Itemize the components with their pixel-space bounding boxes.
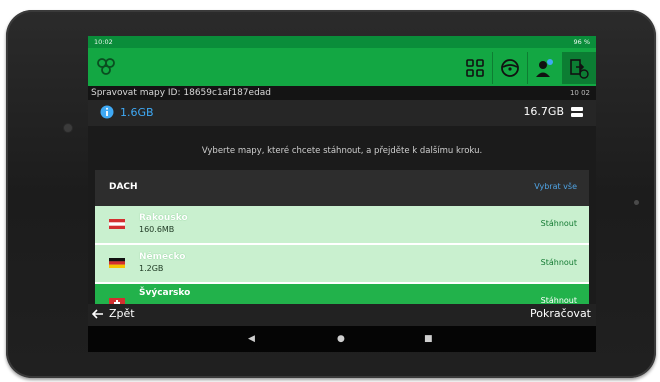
instruction-text: Vyberte mapy, které chcete stáhnout, a p… xyxy=(201,146,483,156)
storage-used: 1.6GB xyxy=(120,105,154,119)
region-header: DACH Vybrat vše xyxy=(95,170,589,206)
download-button[interactable]: Stáhnout xyxy=(541,219,577,228)
select-all-link[interactable]: Vybrat vše xyxy=(534,182,577,191)
country-row-germany[interactable]: Německo 1.2GB Stáhnout xyxy=(95,245,589,282)
download-button[interactable]: Stáhnout xyxy=(541,258,577,267)
page-title: Spravovat mapy ID: 18659c1af187edad xyxy=(91,88,272,98)
user-upload-icon xyxy=(536,59,553,77)
title-strip: Spravovat mapy ID: 18659c1af187edad 10 0… xyxy=(88,86,596,100)
back-button[interactable]: Zpět xyxy=(92,307,135,320)
storage-free: 16.7GB xyxy=(523,105,564,118)
exit-button[interactable] xyxy=(562,52,596,84)
back-label: Zpět xyxy=(109,307,135,320)
status-time: 10:02 xyxy=(94,38,113,46)
bottom-action-bar: Zpět Pokračovat xyxy=(88,304,596,326)
country-name: Švýcarsko xyxy=(139,288,191,298)
drive-button[interactable] xyxy=(493,52,527,84)
country-size: 160.6MB xyxy=(139,225,175,234)
germany-flag-icon xyxy=(109,258,125,268)
austria-flag-icon xyxy=(109,219,125,229)
storage-icon xyxy=(571,106,583,117)
continue-button[interactable]: Pokračovat xyxy=(530,307,591,320)
account-button[interactable] xyxy=(528,52,562,84)
nav-home-icon[interactable]: ● xyxy=(337,334,345,344)
app-logo-icon[interactable] xyxy=(94,56,118,78)
screen: 10:02 96 % Spravovat mapy ID: 18659c1af1… xyxy=(88,36,596,352)
region-name: DACH xyxy=(109,182,138,192)
country-name: Německo xyxy=(139,252,186,262)
country-name: Rakousko xyxy=(139,213,188,223)
country-row-austria[interactable]: Rakousko 160.6MB Stáhnout xyxy=(95,206,589,243)
steering-wheel-icon xyxy=(501,59,519,77)
arrow-left-icon xyxy=(92,308,103,319)
title-right-value: 10 02 xyxy=(569,89,590,97)
status-battery: 96 % xyxy=(573,38,590,46)
country-size: 1.2GB xyxy=(139,264,164,273)
system-nav-bar: ◀ ● ■ xyxy=(88,326,596,352)
grid-button[interactable] xyxy=(458,52,492,84)
grid-icon xyxy=(466,59,484,77)
nav-recents-icon[interactable]: ■ xyxy=(424,334,433,344)
app-bar xyxy=(88,48,596,86)
storage-bar: 1.6GB 16.7GB xyxy=(88,100,596,126)
info-icon[interactable] xyxy=(100,105,114,119)
nav-back-icon[interactable]: ◀ xyxy=(248,334,255,344)
status-bar: 10:02 96 % xyxy=(88,36,596,48)
camera-dot xyxy=(64,124,72,132)
exit-icon xyxy=(570,59,589,79)
sensor-dot xyxy=(634,200,639,205)
